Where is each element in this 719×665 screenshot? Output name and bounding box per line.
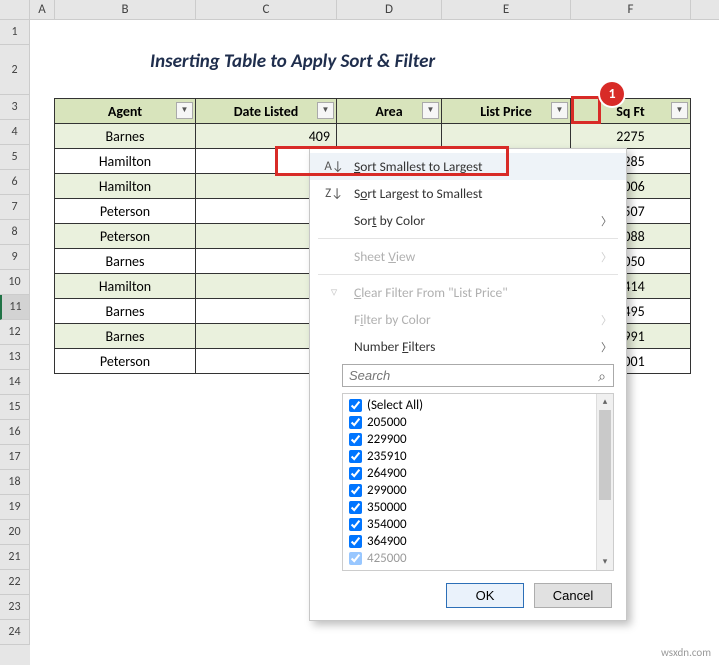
row-number[interactable]: 19 xyxy=(0,495,30,520)
row-number[interactable]: 4 xyxy=(0,120,30,145)
row-number[interactable]: 21 xyxy=(0,545,30,570)
watermark: wsxdn.com xyxy=(661,646,711,659)
col-letter[interactable]: B xyxy=(55,0,196,19)
row-headers: 1 2 3 4 5 6 7 8 9 10 11 12 13 14 15 16 1… xyxy=(0,20,30,665)
chevron-right-icon: 〉 xyxy=(601,249,612,265)
header-row: Agent▼ Date Listed▼ Area▼ List Price▼ Sq… xyxy=(55,99,691,124)
header-price[interactable]: List Price▼ xyxy=(442,99,571,124)
sort-desc-icon: Z↓ xyxy=(324,186,344,201)
col-letter[interactable]: A xyxy=(30,0,55,19)
ok-button[interactable]: OK xyxy=(446,583,524,608)
menu-sort-by-color[interactable]: Sort by Color 〉 xyxy=(310,207,626,234)
sort-asc-icon: A↓ xyxy=(324,159,344,174)
col-letter[interactable]: D xyxy=(337,0,442,19)
row-number[interactable]: 7 xyxy=(0,195,30,220)
column-headers: A B C D E F xyxy=(0,0,719,20)
row-number[interactable]: 5 xyxy=(0,145,30,170)
menu-sort-descending[interactable]: Z↓ Sort Largest to Smallest xyxy=(310,180,626,207)
row-number[interactable]: 10 xyxy=(0,270,30,295)
checkbox-value[interactable]: 264900 xyxy=(345,465,594,482)
row-number[interactable]: 22 xyxy=(0,570,30,595)
menu-clear-filter: ▿ Clear Filter From "List Price" xyxy=(310,279,626,306)
checkbox-value[interactable]: 229900 xyxy=(345,431,594,448)
scrollbar-thumb[interactable] xyxy=(599,410,611,500)
row-number[interactable]: 20 xyxy=(0,520,30,545)
row-number[interactable]: 11 xyxy=(0,295,30,320)
row-number[interactable]: 12 xyxy=(0,320,30,345)
header-agent[interactable]: Agent▼ xyxy=(55,99,196,124)
filter-button-icon[interactable]: ▼ xyxy=(422,102,439,119)
checkbox-value[interactable]: 354000 xyxy=(345,516,594,533)
search-input[interactable] xyxy=(342,364,614,387)
row-number[interactable]: 9 xyxy=(0,245,30,270)
row-number[interactable]: 17 xyxy=(0,445,30,470)
cancel-button[interactable]: Cancel xyxy=(534,583,612,608)
row-number[interactable]: 2 xyxy=(0,45,30,95)
filter-checklist[interactable]: (Select All) 205000 229900 235910 264900… xyxy=(343,394,596,570)
filter-button-icon[interactable]: ▼ xyxy=(551,102,568,119)
scroll-down-icon[interactable]: ▾ xyxy=(597,554,613,570)
filter-button-icon[interactable]: ▼ xyxy=(176,102,193,119)
chevron-right-icon: 〉 xyxy=(601,339,612,355)
row-number[interactable]: 15 xyxy=(0,395,30,420)
header-date[interactable]: Date Listed▼ xyxy=(196,99,337,124)
row-number[interactable]: 8 xyxy=(0,220,30,245)
row-number[interactable]: 16 xyxy=(0,420,30,445)
search-icon: ⌕ xyxy=(598,368,606,385)
checkbox-value[interactable]: 235910 xyxy=(345,448,594,465)
row-number[interactable]: 1 xyxy=(0,20,30,45)
col-letter[interactable]: F xyxy=(571,0,691,19)
scroll-up-icon[interactable]: ▴ xyxy=(597,394,613,410)
checkbox-value[interactable]: 299000 xyxy=(345,482,594,499)
filter-dropdown: A↓ SSort Smallest to Largestort Smallest… xyxy=(309,148,627,621)
row-number[interactable]: 13 xyxy=(0,345,30,370)
checkbox-value[interactable]: 205000 xyxy=(345,414,594,431)
table-row[interactable]: Barnes4092275 xyxy=(55,124,691,149)
col-letter[interactable]: E xyxy=(442,0,571,19)
scrollbar[interactable]: ▴ ▾ xyxy=(596,394,613,570)
row-number[interactable]: 6 xyxy=(0,170,30,195)
row-number[interactable]: 23 xyxy=(0,595,30,620)
menu-sheet-view: Sheet View 〉 xyxy=(310,243,626,270)
clear-filter-icon: ▿ xyxy=(324,285,344,300)
row-number[interactable]: 14 xyxy=(0,370,30,395)
col-letter[interactable]: C xyxy=(196,0,337,19)
filter-button-icon[interactable]: ▼ xyxy=(671,102,688,119)
header-sqft[interactable]: Sq Ft▼ xyxy=(571,99,691,124)
menu-number-filters[interactable]: Number Filters 〉 xyxy=(310,333,626,360)
checkbox-value[interactable]: 425000 xyxy=(345,550,594,567)
chevron-right-icon: 〉 xyxy=(601,213,612,229)
filter-button-icon[interactable]: ▼ xyxy=(317,102,334,119)
row-number[interactable]: 24 xyxy=(0,620,30,645)
checkbox-select-all[interactable]: (Select All) xyxy=(345,397,594,414)
menu-sort-ascending[interactable]: A↓ SSort Smallest to Largestort Smallest… xyxy=(310,153,626,180)
header-area[interactable]: Area▼ xyxy=(337,99,442,124)
callout-1: 1 xyxy=(600,82,624,106)
checkbox-value[interactable]: 350000 xyxy=(345,499,594,516)
chevron-right-icon: 〉 xyxy=(601,312,612,328)
menu-filter-by-color: Filter by Color 〉 xyxy=(310,306,626,333)
page-title: Inserting Table to Apply Sort & Filter xyxy=(150,50,435,73)
row-number[interactable]: 18 xyxy=(0,470,30,495)
row-number[interactable]: 3 xyxy=(0,95,30,120)
checkbox-value[interactable]: 364900 xyxy=(345,533,594,550)
